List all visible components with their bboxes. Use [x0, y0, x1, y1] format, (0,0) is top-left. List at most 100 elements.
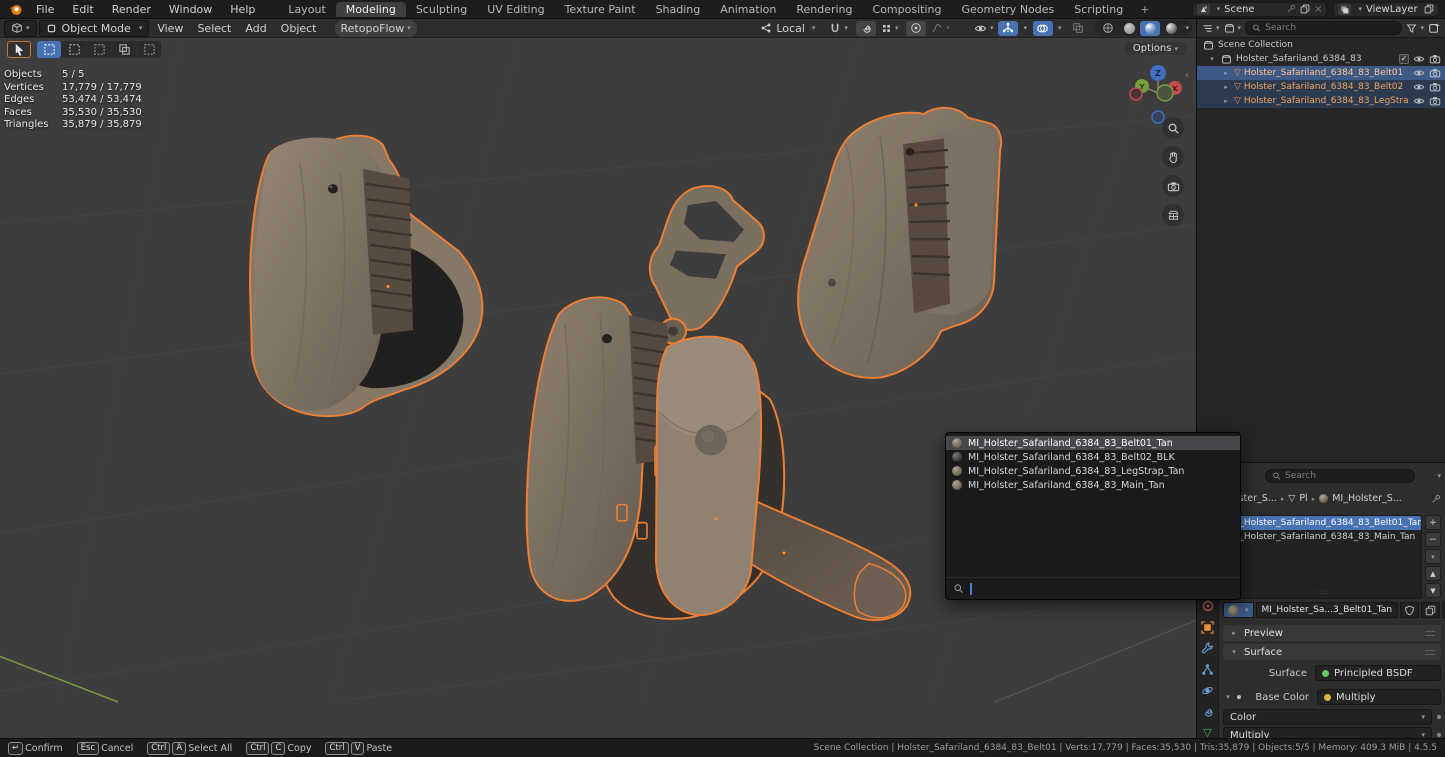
- outliner-search-input[interactable]: [1265, 23, 1395, 33]
- panel-grip[interactable]: [1425, 631, 1435, 636]
- shading-solid-button[interactable]: [1119, 21, 1139, 36]
- copy-material-icon[interactable]: [1421, 602, 1440, 618]
- options-dropdown[interactable]: Options▾: [1125, 42, 1186, 55]
- shading-wireframe-button[interactable]: [1098, 21, 1118, 36]
- retopoflow-menu[interactable]: RetopoFlow▾: [335, 20, 417, 37]
- material-slot-row[interactable]: MI_Holster_Safariland_6384_83_Main_Tan: [1224, 530, 1421, 544]
- tab-animation[interactable]: Animation: [710, 2, 786, 17]
- tab-render-icon[interactable]: [1201, 599, 1215, 613]
- properties-search[interactable]: [1265, 469, 1415, 483]
- outliner-search[interactable]: [1245, 21, 1402, 35]
- material-name-field[interactable]: MI_Holster_Sa...3_Belt01_Tan: [1256, 602, 1399, 618]
- tab-modeling[interactable]: Modeling: [336, 2, 406, 17]
- popup-search-field[interactable]: [946, 577, 1240, 599]
- view-layer-selector[interactable]: ▾ ViewLayer: [1333, 2, 1439, 17]
- xray-toggle[interactable]: [1068, 21, 1088, 36]
- popup-material-item[interactable]: MI_Holster_Safariland_6384_83_Main_Tan: [946, 478, 1240, 492]
- disable-render-camera-icon[interactable]: [1429, 95, 1441, 107]
- menu-window[interactable]: Window: [160, 3, 221, 16]
- view-layer-icon[interactable]: [1338, 4, 1351, 15]
- breadcrumb-material-name[interactable]: MI_Holster_S...: [1332, 493, 1402, 504]
- breadcrumb-mesh-name[interactable]: Pl: [1299, 493, 1307, 504]
- keyframe-dot[interactable]: [1437, 715, 1441, 719]
- menu-select[interactable]: Select: [191, 20, 237, 37]
- select-mode-invert-button[interactable]: [112, 41, 136, 58]
- pin-icon[interactable]: [1286, 4, 1296, 14]
- collection-checkbox[interactable]: ✓: [1399, 54, 1409, 64]
- popup-material-item[interactable]: MI_Holster_Safariland_6384_83_LegStrap_T…: [946, 464, 1240, 478]
- hide-eye-icon[interactable]: [1413, 95, 1425, 107]
- outliner-filter-icon[interactable]: ▾: [1406, 23, 1424, 34]
- surface-shader-field[interactable]: Principled BSDF: [1315, 665, 1441, 681]
- expand-arrow-icon[interactable]: ▸: [1221, 83, 1231, 91]
- tab-shading[interactable]: Shading: [646, 2, 711, 17]
- material-slot-row[interactable]: MI_Holster_Safariland_6384_83_Belt01_Tan: [1224, 516, 1421, 530]
- menu-render[interactable]: Render: [103, 3, 160, 16]
- tab-physics-icon[interactable]: [1201, 684, 1214, 697]
- outliner-display-mode-icon[interactable]: ▾: [1202, 23, 1220, 34]
- disable-render-camera-icon[interactable]: [1429, 81, 1441, 93]
- tab-rendering[interactable]: Rendering: [786, 2, 862, 17]
- disable-render-camera-icon[interactable]: [1429, 67, 1441, 79]
- select-mode-intersect-button[interactable]: [137, 41, 161, 58]
- new-collection-icon[interactable]: [1428, 22, 1440, 34]
- surface-panel-header[interactable]: ▾ Surface: [1223, 644, 1441, 660]
- tab-constraints-icon[interactable]: [1201, 705, 1214, 718]
- chevron-down-icon[interactable]: ▾: [1058, 24, 1062, 32]
- tab-geometry-nodes[interactable]: Geometry Nodes: [951, 2, 1064, 17]
- tab-layout[interactable]: Layout: [278, 2, 335, 17]
- slot-specials-menu[interactable]: ▾: [1425, 549, 1441, 564]
- outliner-row-legstrap[interactable]: ▸ ▽ Holster_Safariland_6384_83_LegStrap: [1197, 94, 1445, 108]
- expand-arrow-icon[interactable]: ▸: [1221, 97, 1231, 105]
- proportional-falloff-selector[interactable]: ▾: [928, 20, 953, 37]
- sidebar-toggle-arrow[interactable]: ‹: [1185, 71, 1189, 81]
- select-mode-new-button[interactable]: [37, 41, 61, 58]
- tweak-tool-button[interactable]: [7, 41, 31, 58]
- shading-rendered-button[interactable]: [1161, 21, 1181, 36]
- select-mode-subtract-button[interactable]: [87, 41, 111, 58]
- add-slot-button[interactable]: +: [1425, 515, 1441, 530]
- copy-scene-icon[interactable]: [1300, 4, 1310, 14]
- snap-target-selector[interactable]: ▾: [823, 20, 854, 37]
- select-mode-extend-button[interactable]: [62, 41, 86, 58]
- hide-eye-icon[interactable]: [1413, 67, 1425, 79]
- popup-material-item[interactable]: MI_Holster_Safariland_6384_83_Belt01_Tan: [946, 436, 1240, 450]
- transform-orientation-selector[interactable]: Local▾: [754, 20, 821, 37]
- ortho-grid-icon[interactable]: [1162, 204, 1184, 226]
- tab-compositing[interactable]: Compositing: [863, 2, 952, 17]
- chevron-down-icon[interactable]: ▾: [1437, 472, 1441, 480]
- close-icon[interactable]: ×: [1314, 4, 1322, 15]
- outliner-row-scene-collection[interactable]: Scene Collection: [1197, 38, 1445, 52]
- tab-modifiers-icon[interactable]: [1201, 642, 1214, 655]
- scene-icon[interactable]: [1197, 4, 1210, 15]
- menu-edit[interactable]: Edit: [63, 3, 102, 16]
- menu-object[interactable]: Object: [275, 20, 323, 37]
- properties-search-input[interactable]: [1285, 471, 1408, 481]
- menu-file[interactable]: File: [27, 3, 63, 16]
- tab-uv-editing[interactable]: UV Editing: [477, 2, 554, 17]
- snap-toggle[interactable]: [856, 21, 876, 36]
- expand-arrow-icon[interactable]: ▸: [1221, 69, 1231, 77]
- chevron-down-icon[interactable]: ▾: [1023, 24, 1027, 32]
- base-color-field[interactable]: Multiply: [1317, 689, 1441, 705]
- resize-grip[interactable]: ::::: [1224, 588, 1421, 596]
- menu-view[interactable]: View: [151, 20, 189, 37]
- preview-panel-header[interactable]: ▸ Preview: [1223, 625, 1441, 641]
- editor-type-button[interactable]: ▾: [4, 20, 37, 37]
- blender-logo-icon[interactable]: [8, 3, 23, 16]
- tab-object-icon[interactable]: [1201, 621, 1214, 634]
- color-dropdown[interactable]: Color▾: [1223, 709, 1432, 725]
- popup-material-item[interactable]: MI_Holster_Safariland_6384_83_Belt02_BLK: [946, 450, 1240, 464]
- tab-scripting[interactable]: Scripting: [1064, 2, 1133, 17]
- proportional-editing-toggle[interactable]: [906, 21, 926, 36]
- pan-hand-icon[interactable]: [1162, 146, 1184, 168]
- move-slot-up-button[interactable]: ▲: [1425, 566, 1441, 581]
- browse-material-button[interactable]: ▾: [1223, 602, 1254, 618]
- panel-grip[interactable]: [1425, 650, 1435, 655]
- tab-particles-icon[interactable]: [1201, 663, 1214, 676]
- fake-user-shield-icon[interactable]: [1400, 602, 1419, 618]
- hide-eye-icon[interactable]: [1413, 53, 1425, 65]
- tab-sculpting[interactable]: Sculpting: [406, 2, 477, 17]
- add-workspace-button[interactable]: +: [1133, 2, 1156, 17]
- copy-view-layer-icon[interactable]: [1424, 4, 1434, 14]
